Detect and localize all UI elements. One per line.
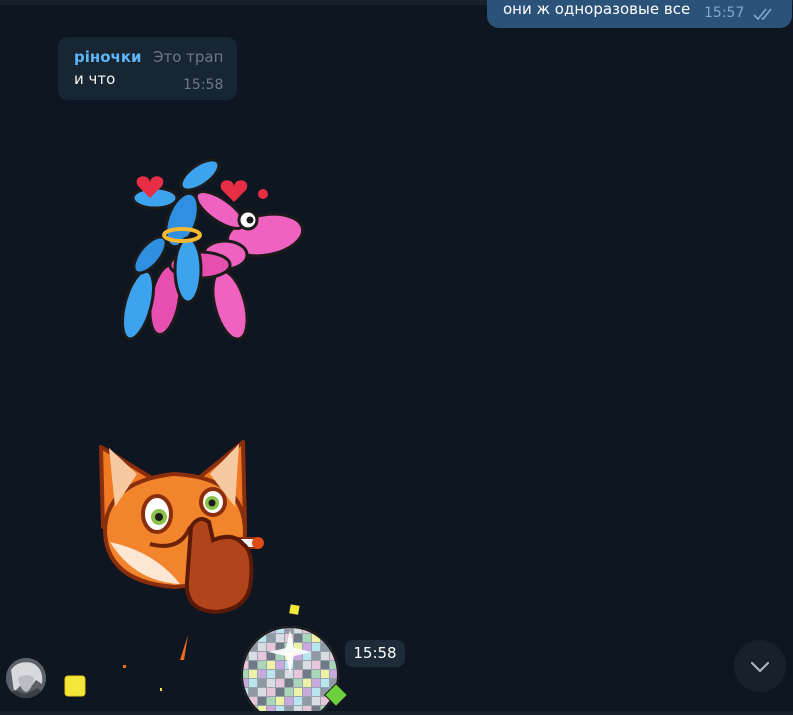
- bottom-edge: [0, 711, 793, 715]
- fox-smoking-sticker[interactable]: [95, 432, 275, 622]
- double-check-icon: [753, 8, 772, 21]
- reply-author[interactable]: ріночки: [74, 48, 142, 66]
- message-text: и что: [74, 70, 116, 88]
- disco-ball-sticker[interactable]: [50, 600, 370, 715]
- reply-quote[interactable]: Это трап: [153, 48, 223, 66]
- message-text: они ж одноразовые все: [503, 0, 691, 18]
- balloon-dogs-sticker[interactable]: [110, 150, 310, 350]
- sticker-time-badge: 15:58: [345, 640, 405, 667]
- chevron-down-icon: [750, 661, 770, 673]
- avatar[interactable]: [6, 658, 46, 698]
- message-time: 15:58: [183, 77, 224, 93]
- avatar-image: [6, 658, 46, 698]
- message-time: 15:57: [704, 5, 745, 21]
- scroll-to-bottom-button[interactable]: [734, 640, 786, 692]
- incoming-reply-message[interactable]: ріночки Это трап и что 15:58: [58, 37, 237, 100]
- outgoing-message[interactable]: они ж одноразовые все 15:57: [487, 0, 792, 28]
